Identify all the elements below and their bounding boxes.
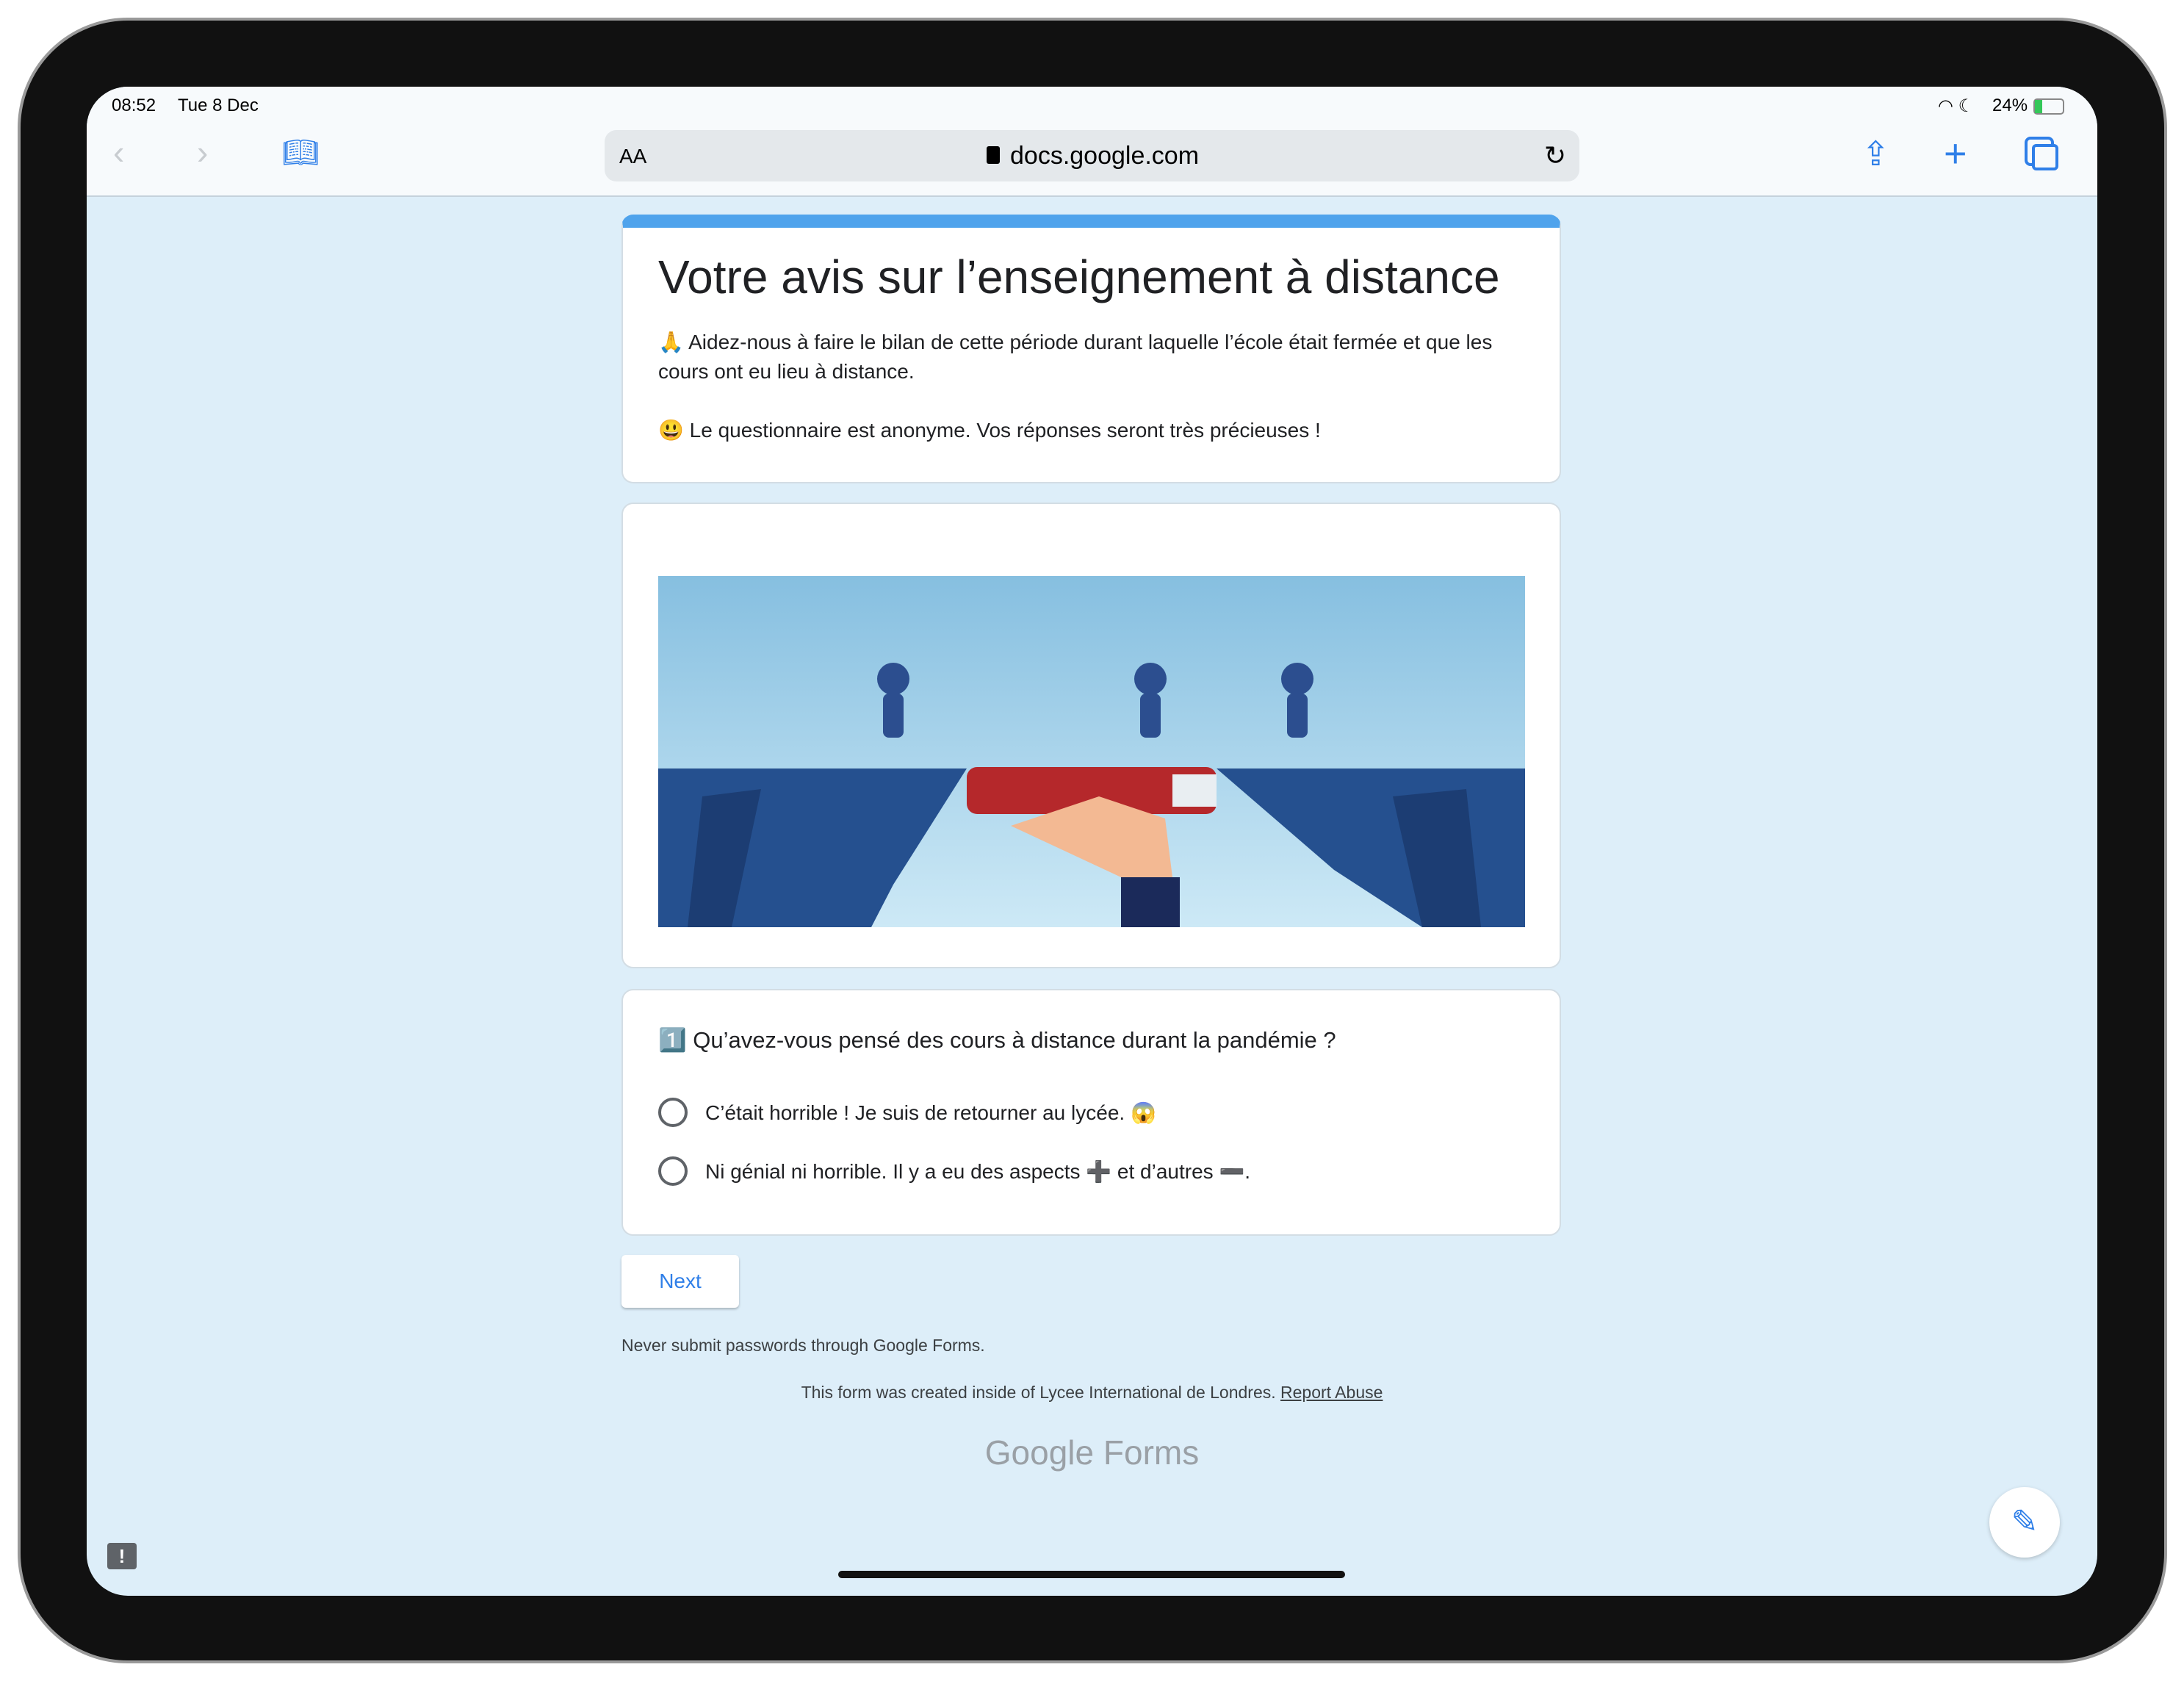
report-abuse-link[interactable]: Report Abuse <box>1280 1383 1383 1402</box>
battery-percent: 24% <box>1992 96 2028 115</box>
battery-icon <box>2033 98 2064 115</box>
screen: 08:52 Tue 8 Dec ◠ ☾ 24% ‹ › 📖︎ AA docs.g… <box>87 87 2097 1596</box>
created-text: This form was created inside of Lycee In… <box>801 1383 1276 1402</box>
option-2-radio[interactable] <box>658 1156 688 1186</box>
share-icon[interactable]: ⇪ <box>1862 137 1890 170</box>
forward-button[interactable]: › <box>197 135 208 169</box>
bookmarks-icon[interactable]: 📖︎ <box>282 138 320 168</box>
new-tab-icon[interactable]: + <box>1944 134 1967 173</box>
feedback-icon[interactable]: ! <box>107 1543 137 1569</box>
option-1-label[interactable]: C’était horrible ! Je suis de retourner … <box>705 1101 1156 1125</box>
logo-google: Google <box>984 1433 1095 1472</box>
wifi-icon: ◠ ☾ <box>1938 96 1975 116</box>
lock-icon <box>987 146 1000 164</box>
password-warning: Never submit passwords through Google Fo… <box>621 1336 985 1355</box>
option-2-label[interactable]: Ni génial ni horrible. Il y a eu des asp… <box>705 1159 1250 1184</box>
tabs-icon[interactable] <box>2032 144 2058 170</box>
reload-icon[interactable]: ↻ <box>1544 140 1566 171</box>
google-forms-logo: Google Forms <box>87 1433 2097 1472</box>
status-time: 08:52 <box>112 96 156 115</box>
form-anonymity-note: 😃 Le questionnaire est anonyme. Vos répo… <box>658 419 1321 442</box>
safari-toolbar: 08:52 Tue 8 Dec ◠ ☾ 24% ‹ › 📖︎ AA docs.g… <box>87 87 2097 197</box>
question-card: 1️⃣ Qu’avez-vous pensé des cours à dista… <box>621 989 1561 1236</box>
logo-forms: Forms <box>1103 1433 1200 1472</box>
next-button[interactable]: Next <box>621 1255 739 1308</box>
form-title: Votre avis sur l’enseignement à distance <box>658 251 1500 303</box>
form-origin: This form was created inside of Lycee In… <box>87 1383 2097 1403</box>
status-date: Tue 8 Dec <box>178 96 259 115</box>
form-description: 🙏 Aidez-nous à faire le bilan de cette p… <box>658 331 1493 383</box>
url-text: docs.google.com <box>1010 142 1200 170</box>
image-card <box>621 503 1561 968</box>
back-button[interactable]: ‹ <box>113 135 124 169</box>
address-bar[interactable]: AA docs.google.com ↻ <box>605 130 1579 181</box>
form-header-card: Votre avis sur l’enseignement à distance… <box>621 215 1561 483</box>
option-1-radio[interactable] <box>658 1098 688 1127</box>
remote-learning-illustration <box>658 576 1525 927</box>
edit-pencil-button[interactable]: ✎ <box>1989 1487 2060 1558</box>
home-indicator <box>838 1571 1345 1578</box>
question-title: 1️⃣ Qu’avez-vous pensé des cours à dista… <box>658 1027 1336 1053</box>
text-size-button[interactable]: AA <box>619 145 646 168</box>
